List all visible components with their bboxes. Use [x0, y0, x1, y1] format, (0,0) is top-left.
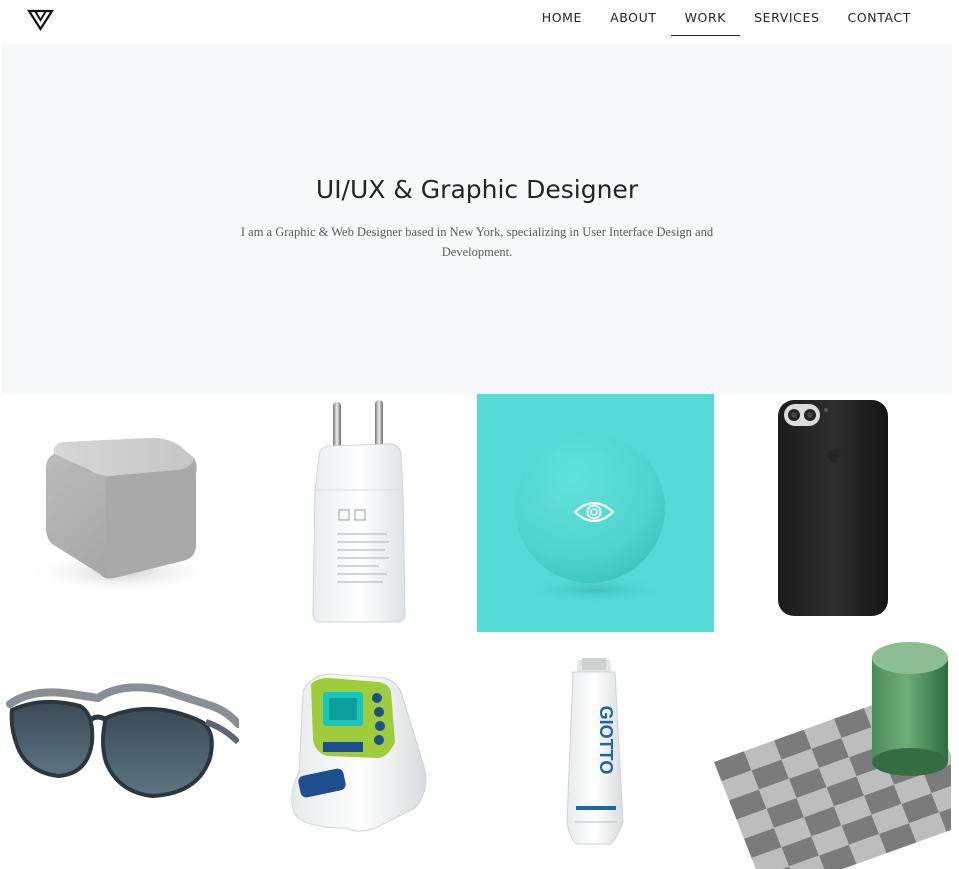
site-header: HOME ABOUT WORK SERVICES CONTACT — [0, 0, 959, 44]
phone-case-image — [778, 400, 888, 616]
nav-contact[interactable]: CONTACT — [834, 0, 925, 36]
gallery-item-checkerboard[interactable] — [714, 632, 951, 869]
device-image — [291, 673, 427, 832]
nav-work[interactable]: WORK — [670, 0, 741, 36]
gallery-item-cube[interactable] — [2, 394, 239, 632]
nav-services[interactable]: SERVICES — [740, 0, 833, 36]
checkerboard-image — [714, 642, 951, 869]
hero-description: I am a Graphic & Web Designer based in N… — [240, 225, 714, 259]
gallery-item-device[interactable] — [239, 632, 476, 869]
hero-section: UI/UX & Graphic Designer I am a Graphic … — [2, 44, 952, 394]
sunglasses-image — [6, 683, 239, 799]
page-title: UI/UX & Graphic Designer — [315, 175, 639, 204]
cube-image — [27, 438, 217, 594]
nav-home[interactable]: HOME — [528, 0, 596, 36]
tube-brand-label: GIOTTO — [596, 706, 616, 775]
gallery-item-paint-tube[interactable]: GIOTTO — [477, 632, 714, 869]
gallery-item-sunglasses[interactable] — [2, 632, 239, 869]
paint-tube-image: GIOTTO — [566, 658, 624, 845]
triangle-logo-icon[interactable] — [27, 9, 54, 31]
gallery-item-phone-case[interactable] — [714, 394, 951, 632]
gallery-item-sphere[interactable] — [477, 394, 714, 632]
charger-image — [312, 400, 406, 623]
gallery-item-charger[interactable] — [239, 394, 476, 632]
main-nav: HOME ABOUT WORK SERVICES CONTACT — [528, 0, 925, 36]
nav-about[interactable]: ABOUT — [596, 0, 671, 36]
eye-icon — [573, 501, 615, 523]
